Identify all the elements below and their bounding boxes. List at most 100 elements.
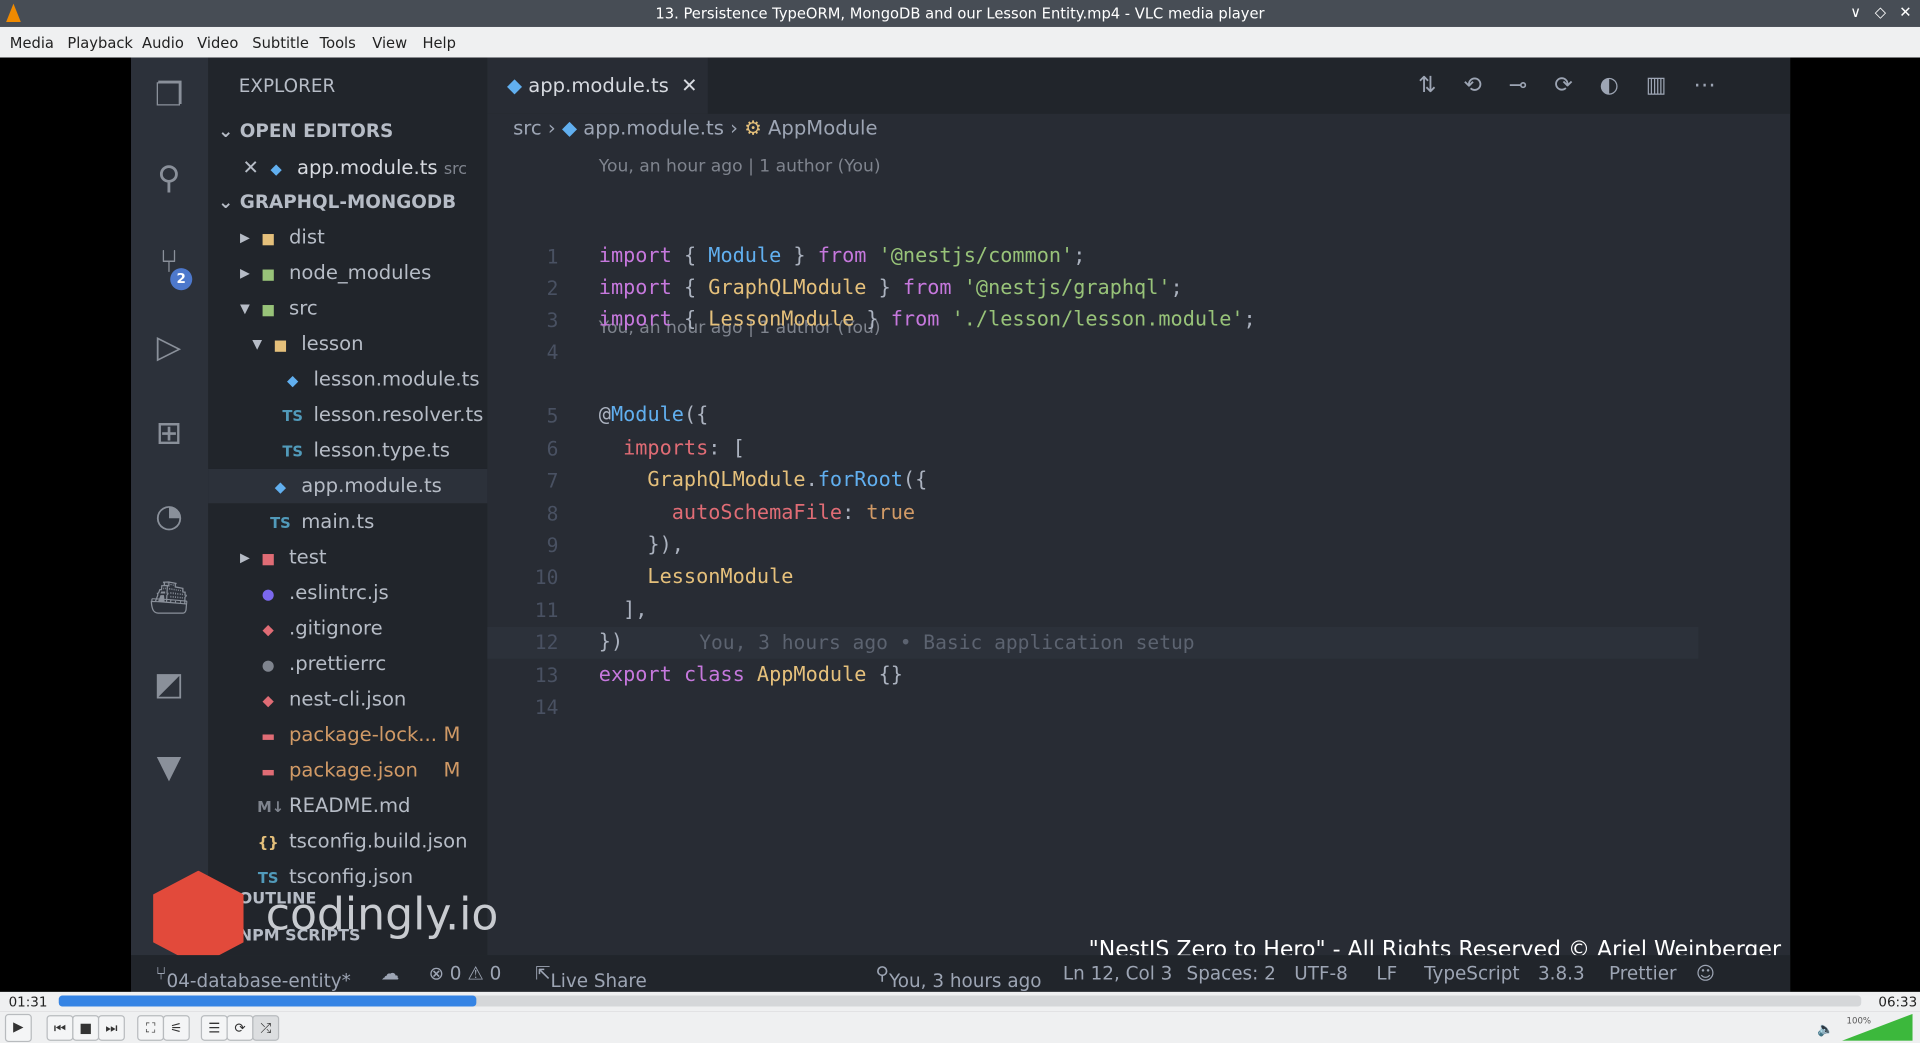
code-line[interactable]: }) [599,629,623,652]
tab-close-icon[interactable]: ✕ [681,73,697,96]
nest-file-icon: ◆ [286,372,299,390]
tree-item-label: tsconfig.build.json [288,828,468,853]
code-line[interactable]: autoSchemaFile: true [599,501,915,524]
project-header[interactable]: ⌄ GRAPHQL-MONGODB [208,185,487,219]
line-number: 5 [546,404,559,428]
status-bar: ⑂ 04-database-entity* ☁ ⊗ 0 ⚠ 0 ⇱ Live S… [131,955,1791,992]
seek-slider[interactable] [58,995,1862,1007]
tree-item[interactable]: ▬ package-lock... M [208,718,487,752]
menu-subtitle[interactable]: Subtitle [252,34,309,51]
status-formatter[interactable]: Prettier [1609,962,1677,984]
explorer-title: EXPLORER [238,74,336,97]
shuffle-button[interactable]: ⤮ [252,1015,280,1041]
code-token: { [683,275,709,299]
folder-file-icon: ■ [261,265,276,283]
menu-playback[interactable]: Playback [67,34,133,51]
chevron-icon: ▸ [240,225,250,249]
code-line[interactable]: @Module({ [599,403,708,426]
menu-audio[interactable]: Audio [142,34,184,51]
code-line[interactable]: }), [599,533,684,556]
menu-tools[interactable]: Tools [320,34,356,51]
code-line[interactable]: export class AppModule {} [599,662,903,685]
breadcrumb-src[interactable]: src [513,116,542,139]
tree-item-label: README.md [288,793,411,817]
tab-app-module[interactable]: ◆ app.module.ts ✕ [487,57,708,114]
code-line[interactable]: import { GraphQLModule } from '@nestjs/g… [599,276,1183,299]
tree-item[interactable]: ▾ ■ src [208,291,487,325]
sync-icon[interactable]: ☁ [381,962,399,984]
menu-media[interactable]: Media [10,34,54,51]
status-problems[interactable]: ⊗ 0 ⚠ 0 [429,962,502,984]
playlist-button[interactable]: ☰ [200,1015,228,1041]
tree-item[interactable]: TS lesson.resolver.ts [208,398,487,432]
code-line[interactable]: imports: [ [599,436,745,459]
tree-item[interactable]: TS lesson.type.ts [208,433,487,467]
status-ts-version[interactable]: 3.8.3 [1538,962,1585,984]
open-editor-item[interactable]: ✕ ◆ app.module.ts src [208,151,487,185]
line-number: 8 [546,502,559,526]
open-editors-header[interactable]: ⌄ OPEN EDITORS [208,114,487,148]
tree-item[interactable]: ▾ ■ lesson [208,327,487,361]
line-number: 10 [534,565,559,589]
breadcrumb-class[interactable]: AppModule [768,116,878,139]
code-line[interactable]: import { Module } from '@nestjs/common'; [599,244,1086,267]
tree-item[interactable]: ▸ ■ test [208,540,487,574]
feedback-icon[interactable]: ☺ [1696,962,1715,984]
tree-item[interactable]: ● .prettierrc [208,647,487,681]
menu-view[interactable]: View [372,34,407,51]
code-editor[interactable]: src › ◆ app.module.ts › ⚙ AppModule You,… [487,114,1790,955]
class-icon: ⚙ [744,116,762,140]
tree-item[interactable]: M↓ README.md [208,789,487,823]
tree-item[interactable]: ▬ package.json M [208,753,487,787]
fullscreen-button[interactable]: ⛶ [137,1015,165,1041]
tree-item[interactable]: TS main.ts [208,504,487,538]
tree-item[interactable]: ● .eslintrc.js [208,576,487,610]
tree-item[interactable]: ◆ app.module.ts [208,468,488,504]
code-token: }), [598,532,684,556]
code-line[interactable]: import { LessonModule } from './lesson/l… [599,307,1256,330]
status-blame[interactable]: ⚲ You, 3 hours ago [876,962,1042,991]
editor-actions[interactable]: ⇅⟲⊸⟳◐▥⋯ [1418,72,1743,98]
modified-badge: M [443,722,461,746]
menu-help[interactable]: Help [422,34,456,51]
status-encoding[interactable]: UTF-8 [1294,962,1348,984]
codelens-blame[interactable]: You, an hour ago | 1 author (You) [599,157,881,177]
next-button[interactable]: ⏭ [97,1015,125,1041]
status-live-share[interactable]: ⇱ Live Share [535,962,647,991]
code-line[interactable]: GraphQLModule.forRoot({ [599,468,927,491]
tree-item[interactable]: ◆ .gitignore [208,611,487,645]
status-eol[interactable]: LF [1376,962,1397,984]
tree-item[interactable]: ▸ ■ node_modules [208,256,487,290]
status-branch[interactable]: ⑂ 04-database-entity* [156,962,351,991]
code-line[interactable]: LessonModule [599,564,793,587]
tree-item[interactable]: {} tsconfig.build.json [208,824,487,858]
total-time: 06:33 [1878,994,1918,1011]
code-token: ; [1243,307,1256,331]
title-bar: 13. Persistence TypeORM, MongoDB and our… [0,0,1920,27]
tree-item[interactable]: ▸ ■ dist [208,220,487,254]
extended-settings-button[interactable]: ⚟ [162,1015,190,1041]
close-icon[interactable]: ✕ [242,156,265,179]
tree-item[interactable]: ◆ lesson.module.ts [208,362,487,396]
minimize-button[interactable]: ∨ [1850,4,1861,21]
play-button[interactable]: ▶ [4,1013,32,1043]
code-token: import [598,243,684,267]
status-language[interactable]: TypeScript [1424,962,1519,984]
line-number: 13 [534,663,559,687]
stop-button[interactable]: ■ [72,1015,100,1041]
tree-item-label: test [288,544,327,569]
speaker-icon[interactable]: 🔈 [1817,1021,1834,1037]
tree-item[interactable]: TS tsconfig.json [208,860,487,894]
tree-item[interactable]: ◆ nest-cli.json [208,682,487,716]
breadcrumb-file[interactable]: app.module.ts [583,116,724,139]
folder-file-icon: ■ [261,549,276,567]
maximize-button[interactable]: ◇ [1875,4,1886,21]
status-spaces[interactable]: Spaces: 2 [1187,962,1276,984]
loop-button[interactable]: ⟳ [226,1015,254,1041]
close-button[interactable]: ✕ [1899,4,1911,21]
code-line[interactable]: ], [599,598,647,621]
menu-video[interactable]: Video [197,34,238,51]
inline-blame: You, 3 hours ago • Basic application set… [699,630,1195,654]
status-position[interactable]: Ln 12, Col 3 [1063,962,1172,984]
previous-button[interactable]: ⏮ [46,1015,74,1041]
